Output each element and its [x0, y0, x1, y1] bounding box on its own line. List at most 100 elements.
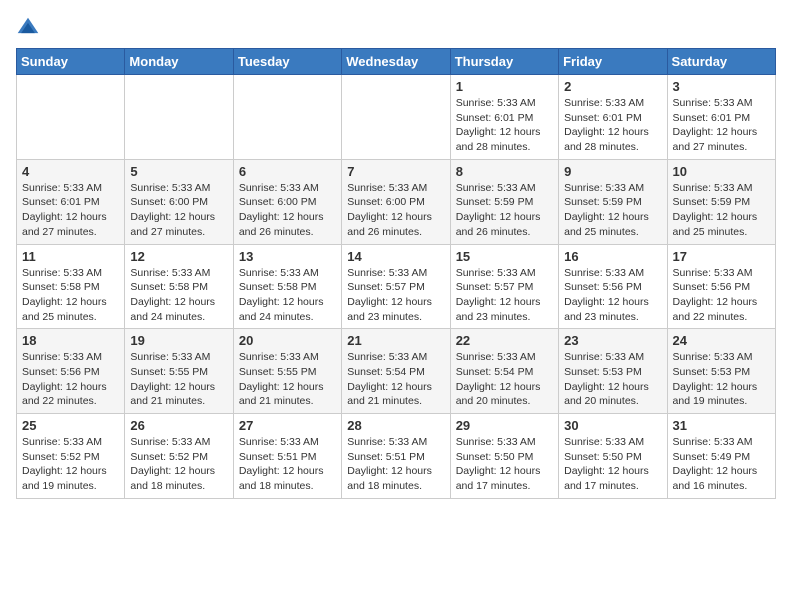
- calendar-cell: 5Sunrise: 5:33 AM Sunset: 6:00 PM Daylig…: [125, 159, 233, 244]
- calendar-cell: 28 Sunrise: 5:33 AM Sunset: 5:51 PM Dayli…: [342, 414, 450, 499]
- day-info: Sunrise: 5:33 AM Sunset: 6:01 PM Dayligh…: [564, 96, 661, 155]
- day-number: 24: [673, 333, 770, 348]
- calendar-cell: 26 Sunrise: 5:33 AM Sunset: 5:52 PM Dayli…: [125, 414, 233, 499]
- calendar-cell: 14 Sunrise: 5:33 AM Sunset: 5:57 PM Dayli…: [342, 244, 450, 329]
- day-number: 15: [456, 249, 553, 264]
- weekday-header-saturday: Saturday: [667, 49, 775, 75]
- day-number: 9: [564, 164, 661, 179]
- day-info: Sunrise: 5:33 AM Sunset: 5:51 PM Dayligh…: [239, 435, 336, 494]
- calendar-cell: 20 Sunrise: 5:33 AM Sunset: 5:55 PM Dayli…: [233, 329, 341, 414]
- day-number: 3: [673, 79, 770, 94]
- week-row-3: 11Sunrise: 5:33 AM Sunset: 5:58 PM Dayli…: [17, 244, 776, 329]
- calendar-cell: 16 Sunrise: 5:33 AM Sunset: 5:56 PM Dayli…: [559, 244, 667, 329]
- calendar-cell: 7 Sunrise: 5:33 AM Sunset: 6:00 PM Daylig…: [342, 159, 450, 244]
- calendar-table: SundayMondayTuesdayWednesdayThursdayFrid…: [16, 48, 776, 499]
- calendar-cell: 17 Sunrise: 5:33 AM Sunset: 5:56 PM Dayli…: [667, 244, 775, 329]
- day-number: 25: [22, 418, 119, 433]
- day-info: Sunrise: 5:33 AM Sunset: 5:50 PM Dayligh…: [564, 435, 661, 494]
- day-number: 21: [347, 333, 444, 348]
- day-info: Sunrise: 5:33 AM Sunset: 5:57 PM Dayligh…: [347, 266, 444, 325]
- calendar-cell: [125, 75, 233, 160]
- day-info: Sunrise: 5:33 AM Sunset: 5:53 PM Dayligh…: [564, 350, 661, 409]
- day-info: Sunrise: 5:33 AM Sunset: 6:00 PM Dayligh…: [239, 181, 336, 240]
- day-info: Sunrise: 5:33 AM Sunset: 5:56 PM Dayligh…: [673, 266, 770, 325]
- day-info: Sunrise: 5:33 AM Sunset: 5:49 PM Dayligh…: [673, 435, 770, 494]
- day-info: Sunrise: 5:33 AM Sunset: 5:55 PM Dayligh…: [239, 350, 336, 409]
- day-info: Sunrise: 5:33 AM Sunset: 5:54 PM Dayligh…: [347, 350, 444, 409]
- day-info: Sunrise: 5:33 AM Sunset: 5:51 PM Dayligh…: [347, 435, 444, 494]
- calendar-cell: 3 Sunrise: 5:33 AM Sunset: 6:01 PM Daylig…: [667, 75, 775, 160]
- calendar-cell: 12 Sunrise: 5:33 AM Sunset: 5:58 PM Dayli…: [125, 244, 233, 329]
- day-number: 16: [564, 249, 661, 264]
- day-info: Sunrise: 5:33 AM Sunset: 5:50 PM Dayligh…: [456, 435, 553, 494]
- day-number: 30: [564, 418, 661, 433]
- day-info: Sunrise: 5:33 AM Sunset: 6:01 PM Dayligh…: [456, 96, 553, 155]
- day-number: 19: [130, 333, 227, 348]
- weekday-header-friday: Friday: [559, 49, 667, 75]
- calendar-cell: 4Sunrise: 5:33 AM Sunset: 6:01 PM Daylig…: [17, 159, 125, 244]
- calendar-cell: 31Sunrise: 5:33 AM Sunset: 5:49 PM Dayli…: [667, 414, 775, 499]
- weekday-header-row: SundayMondayTuesdayWednesdayThursdayFrid…: [17, 49, 776, 75]
- calendar-cell: 1Sunrise: 5:33 AM Sunset: 6:01 PM Daylig…: [450, 75, 558, 160]
- day-info: Sunrise: 5:33 AM Sunset: 5:55 PM Dayligh…: [130, 350, 227, 409]
- calendar-cell: 13 Sunrise: 5:33 AM Sunset: 5:58 PM Dayli…: [233, 244, 341, 329]
- day-info: Sunrise: 5:33 AM Sunset: 5:58 PM Dayligh…: [22, 266, 119, 325]
- day-info: Sunrise: 5:33 AM Sunset: 5:52 PM Dayligh…: [22, 435, 119, 494]
- day-info: Sunrise: 5:33 AM Sunset: 5:53 PM Dayligh…: [673, 350, 770, 409]
- day-number: 17: [673, 249, 770, 264]
- day-number: 27: [239, 418, 336, 433]
- day-info: Sunrise: 5:33 AM Sunset: 5:59 PM Dayligh…: [564, 181, 661, 240]
- calendar-cell: 8 Sunrise: 5:33 AM Sunset: 5:59 PM Daylig…: [450, 159, 558, 244]
- weekday-header-thursday: Thursday: [450, 49, 558, 75]
- week-row-4: 18Sunrise: 5:33 AM Sunset: 5:56 PM Dayli…: [17, 329, 776, 414]
- calendar-cell: [233, 75, 341, 160]
- weekday-header-wednesday: Wednesday: [342, 49, 450, 75]
- day-info: Sunrise: 5:33 AM Sunset: 5:56 PM Dayligh…: [564, 266, 661, 325]
- weekday-header-sunday: Sunday: [17, 49, 125, 75]
- day-number: 14: [347, 249, 444, 264]
- day-number: 29: [456, 418, 553, 433]
- calendar-cell: [17, 75, 125, 160]
- weekday-header-tuesday: Tuesday: [233, 49, 341, 75]
- day-info: Sunrise: 5:33 AM Sunset: 6:00 PM Dayligh…: [347, 181, 444, 240]
- calendar-cell: 21 Sunrise: 5:33 AM Sunset: 5:54 PM Dayli…: [342, 329, 450, 414]
- weekday-header-monday: Monday: [125, 49, 233, 75]
- calendar-cell: 19 Sunrise: 5:33 AM Sunset: 5:55 PM Dayli…: [125, 329, 233, 414]
- day-info: Sunrise: 5:33 AM Sunset: 5:58 PM Dayligh…: [130, 266, 227, 325]
- day-info: Sunrise: 5:33 AM Sunset: 6:01 PM Dayligh…: [673, 96, 770, 155]
- calendar-cell: 30 Sunrise: 5:33 AM Sunset: 5:50 PM Dayli…: [559, 414, 667, 499]
- calendar-cell: 25 Sunrise: 5:33 AM Sunset: 5:52 PM Dayli…: [17, 414, 125, 499]
- calendar-cell: 29 Sunrise: 5:33 AM Sunset: 5:50 PM Dayli…: [450, 414, 558, 499]
- day-number: 26: [130, 418, 227, 433]
- calendar-cell: 10 Sunrise: 5:33 AM Sunset: 5:59 PM Dayli…: [667, 159, 775, 244]
- day-number: 7: [347, 164, 444, 179]
- calendar-cell: 23Sunrise: 5:33 AM Sunset: 5:53 PM Dayli…: [559, 329, 667, 414]
- calendar-cell: 6 Sunrise: 5:33 AM Sunset: 6:00 PM Daylig…: [233, 159, 341, 244]
- day-number: 28: [347, 418, 444, 433]
- calendar-cell: 15Sunrise: 5:33 AM Sunset: 5:57 PM Dayli…: [450, 244, 558, 329]
- calendar-cell: 11Sunrise: 5:33 AM Sunset: 5:58 PM Dayli…: [17, 244, 125, 329]
- calendar-cell: 9 Sunrise: 5:33 AM Sunset: 5:59 PM Daylig…: [559, 159, 667, 244]
- day-info: Sunrise: 5:33 AM Sunset: 6:01 PM Dayligh…: [22, 181, 119, 240]
- week-row-2: 4Sunrise: 5:33 AM Sunset: 6:01 PM Daylig…: [17, 159, 776, 244]
- day-number: 8: [456, 164, 553, 179]
- calendar-cell: 24 Sunrise: 5:33 AM Sunset: 5:53 PM Dayli…: [667, 329, 775, 414]
- day-number: 6: [239, 164, 336, 179]
- page-header: [16, 16, 776, 40]
- day-info: Sunrise: 5:33 AM Sunset: 5:52 PM Dayligh…: [130, 435, 227, 494]
- day-number: 12: [130, 249, 227, 264]
- calendar-cell: 27 Sunrise: 5:33 AM Sunset: 5:51 PM Dayli…: [233, 414, 341, 499]
- day-number: 13: [239, 249, 336, 264]
- day-number: 18: [22, 333, 119, 348]
- week-row-5: 25 Sunrise: 5:33 AM Sunset: 5:52 PM Dayli…: [17, 414, 776, 499]
- calendar-cell: [342, 75, 450, 160]
- day-number: 20: [239, 333, 336, 348]
- day-number: 10: [673, 164, 770, 179]
- day-info: Sunrise: 5:33 AM Sunset: 5:59 PM Dayligh…: [673, 181, 770, 240]
- day-info: Sunrise: 5:33 AM Sunset: 5:58 PM Dayligh…: [239, 266, 336, 325]
- calendar-cell: 2Sunrise: 5:33 AM Sunset: 6:01 PM Daylig…: [559, 75, 667, 160]
- day-number: 5: [130, 164, 227, 179]
- day-info: Sunrise: 5:33 AM Sunset: 5:59 PM Dayligh…: [456, 181, 553, 240]
- day-number: 22: [456, 333, 553, 348]
- logo-icon: [16, 16, 40, 40]
